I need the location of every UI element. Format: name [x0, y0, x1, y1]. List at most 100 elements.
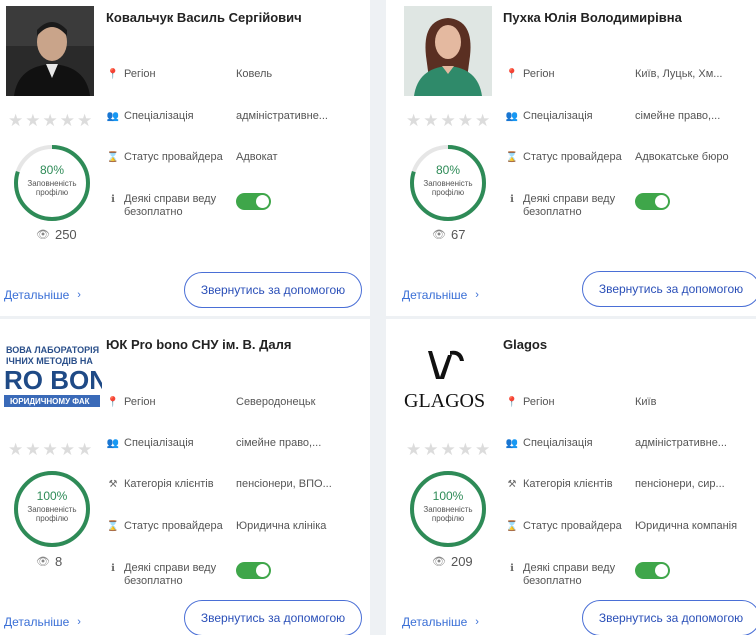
provider-card: Ковальчук Василь Сергійович ★ ★ ★ ★ ★ 80…: [0, 0, 370, 316]
rating-stars[interactable]: ★ ★ ★ ★ ★: [8, 441, 92, 459]
details-link[interactable]: Детальніше ›: [402, 615, 479, 629]
request-help-button[interactable]: Звернутись за допомогою: [184, 272, 362, 308]
info-icon: ℹ: [111, 194, 115, 205]
star-icon[interactable]: ★: [43, 441, 58, 459]
provider-name[interactable]: ЮК Pro bono СНУ ім. В. Даля: [106, 337, 292, 352]
rating-stars[interactable]: ★ ★ ★ ★ ★: [406, 112, 490, 130]
completeness-percent: 100%: [36, 489, 68, 503]
location-pin-icon: 📍: [505, 397, 519, 408]
completeness-percent: 80%: [435, 163, 461, 177]
star-icon[interactable]: ★: [77, 441, 92, 459]
completeness-percent: 80%: [39, 163, 65, 177]
pro-bono-toggle[interactable]: [635, 193, 670, 210]
details-link[interactable]: Детальніше ›: [4, 288, 81, 302]
gavel-icon: ⚒: [108, 479, 118, 490]
info-icon: ℹ: [111, 563, 115, 574]
field-pro-bono: ℹ Деякі справи веду безоплатно: [106, 193, 271, 219]
field-region: 📍 Регіон Северодонецьк: [106, 396, 316, 408]
field-client-category: ⚒ Категорія клієнтів пенсіонери, ВПО...: [106, 478, 332, 491]
field-provider-status: ⌛ Статус провайдера Юридична клініка: [106, 520, 327, 532]
field-provider-status: ⌛ Статус провайдера Адвокат: [106, 151, 278, 163]
people-icon: 👥: [505, 438, 519, 449]
completeness-label: Заповненість профілю: [27, 505, 77, 523]
location-pin-icon: 📍: [106, 69, 120, 80]
chevron-right-icon: ›: [77, 616, 81, 628]
provider-card: ВОВА ЛАБОРАТОРІЯ ІЧНИХ МЕТОДІВ НА RO BON…: [0, 319, 370, 635]
provider-photo[interactable]: [404, 6, 492, 96]
info-icon: ℹ: [510, 563, 514, 574]
people-icon: 👥: [505, 111, 519, 122]
star-icon[interactable]: ★: [406, 441, 421, 459]
field-client-category: ⚒ Категорія клієнтів пенсіонери, сир...: [505, 478, 725, 491]
profile-completeness: 80% Заповненість профілю: [408, 143, 488, 223]
star-icon[interactable]: ★: [441, 441, 456, 459]
field-provider-status: ⌛ Статус провайдера Адвокатське бюро: [505, 151, 729, 163]
pro-bono-toggle[interactable]: [635, 562, 670, 579]
star-icon[interactable]: ★: [60, 112, 75, 130]
eye-icon: 👁: [36, 229, 50, 241]
rating-stars[interactable]: ★ ★ ★ ★ ★: [406, 441, 490, 459]
request-help-button[interactable]: Звернутись за допомогою: [582, 271, 756, 307]
field-region: 📍 Регіон Ковель: [106, 68, 273, 80]
field-specialization: 👥 Спеціалізація сімейне право,...: [505, 110, 721, 122]
view-count: 👁 250: [36, 227, 77, 242]
hourglass-icon: ⌛: [106, 152, 120, 163]
star-icon[interactable]: ★: [441, 112, 456, 130]
chevron-right-icon: ›: [475, 616, 479, 628]
provider-name[interactable]: Пухка Юлія Володимирівна: [503, 10, 682, 25]
view-count: 👁 67: [432, 227, 466, 242]
star-icon[interactable]: ★: [25, 441, 40, 459]
completeness-label: Заповненість профілю: [423, 505, 473, 523]
hourglass-icon: ⌛: [106, 521, 120, 532]
details-link[interactable]: Детальніше ›: [402, 288, 479, 302]
star-icon[interactable]: ★: [8, 441, 23, 459]
view-count: 👁 8: [36, 554, 63, 569]
hourglass-icon: ⌛: [505, 521, 519, 532]
field-region: 📍 Регіон Київ, Луцьк, Хм...: [505, 68, 723, 80]
field-specialization: 👥 Спеціалізація адміністративне...: [505, 437, 727, 449]
profile-completeness: 100% Заповненість профілю: [408, 469, 488, 549]
logo-line: ВОВА ЛАБОРАТОРІЯ: [6, 345, 99, 355]
provider-photo[interactable]: [6, 6, 94, 96]
chevron-right-icon: ›: [475, 289, 479, 301]
completeness-label: Заповненість профілю: [27, 179, 77, 197]
people-icon: 👥: [106, 111, 120, 122]
star-icon[interactable]: ★: [77, 112, 92, 130]
request-help-button[interactable]: Звернутись за допомогою: [582, 600, 756, 635]
hourglass-icon: ⌛: [505, 152, 519, 163]
location-pin-icon: 📍: [505, 69, 519, 80]
provider-logo[interactable]: ВОВА ЛАБОРАТОРІЯ ІЧНИХ МЕТОДІВ НА RO BON…: [2, 341, 102, 431]
star-icon[interactable]: ★: [43, 112, 58, 130]
logo-line: RO BON: [4, 365, 102, 395]
field-pro-bono: ℹ Деякі справи веду безоплатно: [505, 562, 670, 588]
star-icon[interactable]: ★: [458, 441, 473, 459]
provider-logo[interactable]: GLAGOS: [402, 347, 496, 415]
provider-card: Пухка Юлія Володимирівна ★ ★ ★ ★ ★ 80% З…: [386, 0, 756, 316]
field-specialization: 👥 Спеціалізація сімейне право,...: [106, 437, 322, 449]
field-specialization: 👥 Спеціалізація адміністративне...: [106, 110, 328, 122]
star-icon[interactable]: ★: [475, 112, 490, 130]
star-icon[interactable]: ★: [475, 441, 490, 459]
field-pro-bono: ℹ Деякі справи веду безоплатно: [505, 193, 670, 219]
field-region: 📍 Регіон Київ: [505, 396, 657, 408]
request-help-button[interactable]: Звернутись за допомогою: [184, 600, 362, 635]
people-icon: 👥: [106, 438, 120, 449]
gavel-icon: ⚒: [507, 479, 517, 490]
pro-bono-toggle[interactable]: [236, 562, 271, 579]
star-icon[interactable]: ★: [25, 112, 40, 130]
star-icon[interactable]: ★: [423, 112, 438, 130]
star-icon[interactable]: ★: [406, 112, 421, 130]
eye-icon: 👁: [432, 229, 446, 241]
rating-stars[interactable]: ★ ★ ★ ★ ★: [8, 112, 92, 130]
star-icon[interactable]: ★: [8, 112, 23, 130]
completeness-percent: 100%: [432, 489, 464, 503]
field-provider-status: ⌛ Статус провайдера Юридична компанія: [505, 520, 738, 532]
star-icon[interactable]: ★: [60, 441, 75, 459]
star-icon[interactable]: ★: [423, 441, 438, 459]
provider-name[interactable]: Glagos: [503, 337, 547, 352]
pro-bono-toggle[interactable]: [236, 193, 271, 210]
profile-completeness: 80% Заповненість профілю: [12, 143, 92, 223]
provider-name[interactable]: Ковальчук Василь Сергійович: [106, 10, 302, 25]
details-link[interactable]: Детальніше ›: [4, 615, 81, 629]
star-icon[interactable]: ★: [458, 112, 473, 130]
